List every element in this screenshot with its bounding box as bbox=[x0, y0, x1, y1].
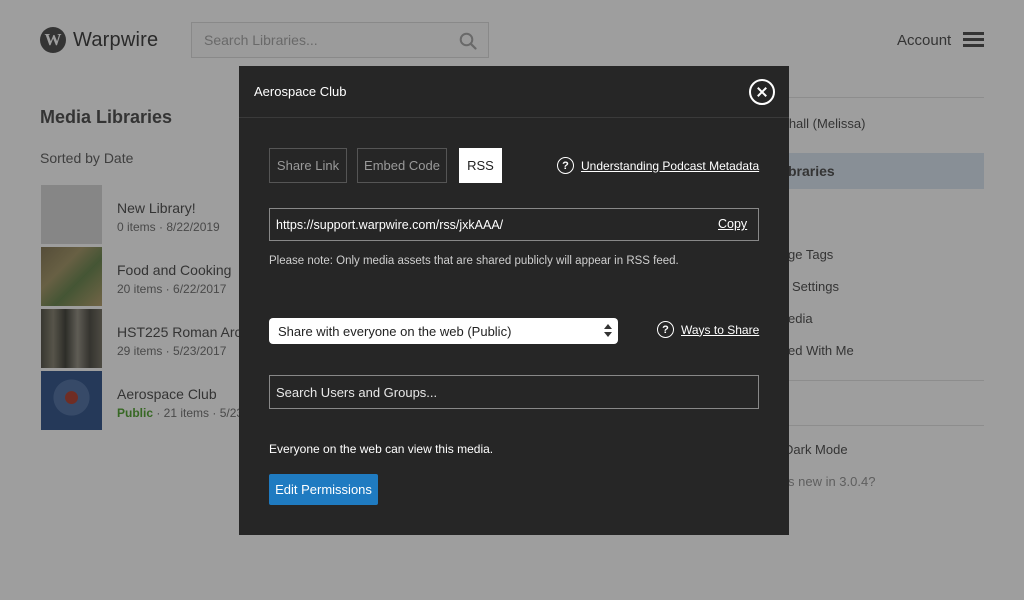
edit-permissions-button[interactable]: Edit Permissions bbox=[269, 474, 378, 505]
share-scope-select[interactable]: Share with everyone on the web (Public) bbox=[269, 318, 618, 344]
share-modal: Aerospace Club Share Link Embed Code RSS… bbox=[239, 66, 789, 535]
user-search-box bbox=[269, 375, 759, 409]
ways-to-share-label: Ways to Share bbox=[681, 322, 760, 337]
visibility-text: Everyone on the web can view this media. bbox=[269, 442, 494, 456]
modal-title: Aerospace Club bbox=[254, 84, 347, 99]
share-scope-value: Share with everyone on the web (Public) bbox=[278, 324, 512, 339]
tab-share-link[interactable]: Share Link bbox=[269, 148, 347, 183]
tab-rss[interactable]: RSS bbox=[459, 148, 502, 183]
tab-embed-code[interactable]: Embed Code bbox=[357, 148, 447, 183]
copy-button[interactable]: Copy bbox=[718, 217, 747, 231]
modal-header: Aerospace Club bbox=[239, 66, 789, 118]
select-arrows-icon bbox=[604, 324, 612, 338]
rss-url: https://support.warpwire.com/rss/jxkAAA/ bbox=[276, 218, 504, 232]
close-icon[interactable] bbox=[749, 79, 775, 105]
ways-to-share-link[interactable]: ? Ways to Share bbox=[657, 321, 759, 338]
question-circle-icon: ? bbox=[557, 157, 574, 174]
podcast-metadata-label: Understanding Podcast Metadata bbox=[581, 158, 760, 173]
podcast-metadata-link[interactable]: ? Understanding Podcast Metadata bbox=[557, 157, 759, 174]
rss-url-field[interactable]: https://support.warpwire.com/rss/jxkAAA/… bbox=[269, 208, 759, 241]
question-circle-icon: ? bbox=[657, 321, 674, 338]
rss-note: Please note: Only media assets that are … bbox=[269, 255, 679, 267]
user-search-input[interactable] bbox=[270, 376, 758, 408]
